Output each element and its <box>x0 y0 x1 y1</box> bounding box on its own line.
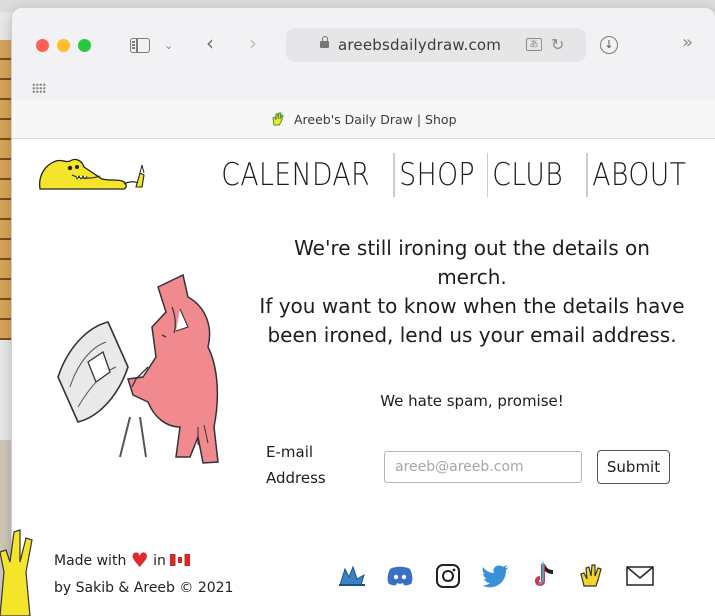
desktop-hand-illustration <box>0 529 33 616</box>
heart-icon: ♥ <box>130 548 149 572</box>
favicon-hand-icon <box>270 111 286 131</box>
zoom-window-button[interactable] <box>78 39 91 52</box>
made-with-text: Made with <box>54 553 127 569</box>
address-bar[interactable]: areebsdailydraw.com あ ↻ <box>286 28 586 62</box>
forward-arrow-icon[interactable]: › <box>249 33 257 53</box>
message-line-2: If you want to know when the details hav… <box>259 294 685 347</box>
ironing-creature-illustration <box>57 273 219 464</box>
footer-credits: Made with ♥ in by Sakib & Areeb © 2021 <box>54 547 233 602</box>
message-line-1: We're still ironing out the details on m… <box>294 236 650 289</box>
instagram-icon[interactable] <box>424 559 472 593</box>
main-nav: CALENDAR SHOP CLUB ABOUT <box>217 151 700 199</box>
made-with-line: Made with ♥ in <box>54 547 233 575</box>
twitter-icon[interactable] <box>472 559 520 593</box>
merch-message: We're still ironing out the details on m… <box>257 234 687 350</box>
email-label-line-2: Address <box>266 469 326 487</box>
translate-icon[interactable]: あ <box>526 38 542 51</box>
credit-text: by Sakib & Areeb © 2021 <box>54 580 234 596</box>
reload-icon[interactable]: ↻ <box>551 35 564 54</box>
tab-overview-icon[interactable] <box>32 83 46 93</box>
chevron-down-icon[interactable]: ⌄ <box>164 38 173 54</box>
nav-shop-label[interactable]: SHOP <box>395 151 479 199</box>
email-field[interactable] <box>384 451 582 483</box>
email-field-label: E-mail Address <box>266 439 346 491</box>
discord-icon[interactable] <box>376 559 424 593</box>
minimize-window-button[interactable] <box>57 39 70 52</box>
nav-item-about[interactable]: ABOUT <box>588 151 700 199</box>
sidebar-toggle-icon[interactable] <box>130 38 150 53</box>
close-window-button[interactable] <box>36 39 49 52</box>
lock-icon <box>320 36 329 48</box>
browser-window: ⌄ ‹ › areebsdailydraw.com あ ↻ ↓ » Areeb'… <box>12 8 715 616</box>
spam-promise-text: We hate spam, promise! <box>380 392 564 410</box>
nav-calendar-label[interactable]: CALENDAR <box>217 151 374 199</box>
browser-toolbar: ⌄ ‹ › areebsdailydraw.com あ ↻ ↓ » <box>12 8 715 101</box>
submit-button[interactable]: Submit <box>597 450 670 484</box>
email-label-line-1: E-mail <box>266 443 314 461</box>
back-arrow-icon[interactable]: ‹ <box>206 33 214 53</box>
nav-club-label[interactable]: CLUB <box>488 151 567 199</box>
logo-creature-icon[interactable] <box>36 151 156 193</box>
social-links <box>328 559 664 593</box>
nav-about-label[interactable]: ABOUT <box>588 151 691 199</box>
canada-flag-icon <box>170 554 191 566</box>
address-text[interactable]: areebsdailydraw.com <box>338 36 501 54</box>
download-icon[interactable]: ↓ <box>600 36 618 54</box>
webtoon-icon[interactable] <box>328 559 376 593</box>
tab-bar: Areeb's Daily Draw | Shop <box>12 100 715 139</box>
mail-icon[interactable] <box>616 559 664 593</box>
more-tabs-chevron-icon[interactable]: » <box>682 34 693 52</box>
tab-title[interactable]: Areeb's Daily Draw | Shop <box>294 112 457 127</box>
wave-hand-icon[interactable] <box>568 559 616 593</box>
nav-item-shop[interactable]: SHOP <box>395 151 487 199</box>
nav-item-calendar[interactable]: CALENDAR <box>217 151 393 199</box>
tiktok-icon[interactable] <box>520 559 568 593</box>
in-text: in <box>153 553 166 569</box>
web-page: CALENDAR SHOP CLUB ABOUT We're still iro… <box>12 139 715 616</box>
nav-item-club[interactable]: CLUB <box>488 151 586 199</box>
